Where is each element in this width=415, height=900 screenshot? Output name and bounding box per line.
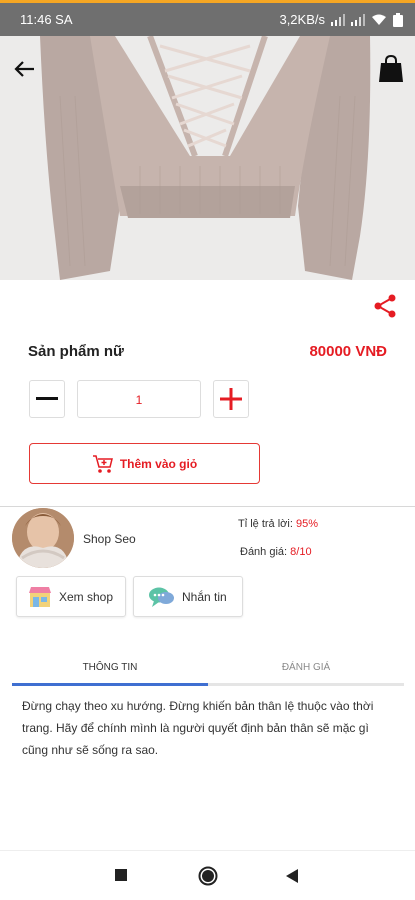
home-nav-button[interactable]: [198, 866, 218, 886]
product-name: Sản phẩm nữ: [28, 343, 124, 360]
circle-nav-icon: [198, 866, 218, 886]
avatar-image: [12, 508, 74, 568]
reply-rate-value: 95%: [295, 518, 318, 530]
shop-rating: Đánh giá: 8/10: [240, 546, 312, 558]
product-price: 80000 VNĐ: [309, 343, 387, 360]
status-indicators: 3,2KB/s: [279, 12, 403, 27]
signal-icon-2: [351, 13, 365, 26]
shop-rating-value: 8/10: [290, 546, 312, 558]
detail-tabs: THÔNG TIN ĐÁNH GIÁ: [0, 650, 415, 686]
share-button[interactable]: [372, 294, 398, 318]
view-shop-label: Xem shop: [59, 589, 114, 604]
add-to-cart-label: Thêm vào giỏ: [119, 456, 198, 471]
square-nav-icon: [115, 869, 127, 881]
recents-nav-button[interactable]: [115, 869, 128, 882]
chat-icon: [149, 587, 174, 607]
quantity-decrease-button[interactable]: [29, 380, 65, 418]
back-arrow-icon: [14, 61, 34, 77]
sweater-illustration: [0, 36, 415, 280]
shop-avatar[interactable]: [12, 508, 74, 568]
network-speed: 3,2KB/s: [279, 12, 325, 27]
battery-icon: [393, 12, 403, 27]
store-icon: [29, 586, 51, 607]
minus-icon: [36, 397, 58, 400]
message-label: Nhắn tin: [182, 589, 227, 604]
plus-icon: [220, 388, 242, 410]
view-shop-button[interactable]: Xem shop: [16, 576, 126, 617]
tab-indicator: [12, 683, 208, 686]
back-button[interactable]: [12, 56, 38, 82]
reply-rate-label: Tỉ lệ trả lời:: [238, 518, 296, 530]
triangle-nav-icon: [286, 869, 298, 883]
product-description: Đừng chạy theo xu hướng. Đừng khiến bản …: [22, 699, 374, 757]
share-icon: [374, 294, 396, 318]
message-button[interactable]: Nhắn tin: [133, 576, 243, 617]
status-bar: 11:46 SA 3,2KB/s: [0, 3, 415, 36]
quantity-input[interactable]: 1: [77, 380, 201, 418]
signal-icon: [331, 13, 345, 26]
add-to-cart-button[interactable]: Thêm vào giỏ: [29, 443, 260, 484]
wifi-icon: [372, 14, 386, 25]
section-divider: [0, 506, 415, 507]
back-nav-button[interactable]: [285, 868, 299, 884]
cart-button[interactable]: [378, 54, 404, 84]
shopping-bag-icon: [379, 54, 403, 82]
quantity-increase-button[interactable]: [213, 380, 249, 418]
shop-rating-label: Đánh giá:: [240, 546, 291, 558]
tab-info[interactable]: THÔNG TIN: [12, 650, 208, 684]
shop-name: Shop Seo: [83, 532, 136, 546]
cart-add-icon: [92, 454, 113, 473]
system-nav-bar: [0, 850, 415, 900]
reply-rate: Tỉ lệ trả lời: 95%: [238, 518, 318, 530]
product-image: [0, 36, 415, 280]
tab-reviews[interactable]: ĐÁNH GIÁ: [208, 650, 404, 684]
status-time: 11:46 SA: [20, 12, 73, 27]
